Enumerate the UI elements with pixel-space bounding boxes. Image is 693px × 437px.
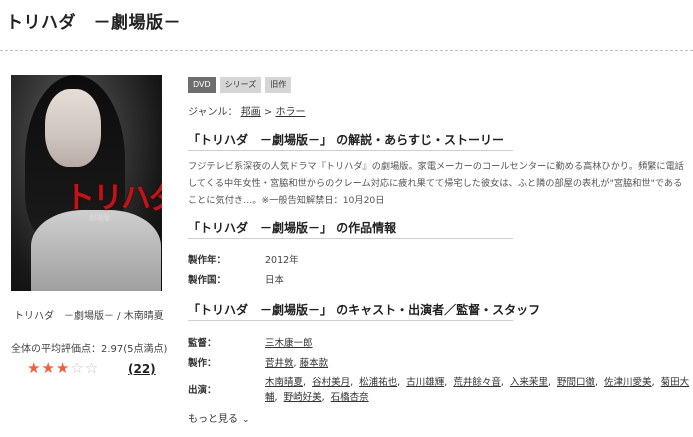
- star-empty-icon: ☆: [84, 359, 100, 377]
- genre-link-hogaku[interactable]: 邦画: [241, 107, 261, 118]
- genre-link-horror[interactable]: ホラー: [275, 107, 305, 118]
- cast-link[interactable]: 入来茉里: [510, 377, 548, 388]
- producer-link[interactable]: 菅井敦: [265, 358, 294, 369]
- info-heading: 「トリハダ －劇場版－」 の作品情報: [188, 221, 397, 235]
- year-value: 2012年: [265, 255, 299, 266]
- producer-list: 菅井敦, 藤本款: [265, 358, 329, 369]
- review-count-link[interactable]: (22): [128, 362, 156, 376]
- badge-row: DVD シリーズ 旧作: [188, 77, 292, 93]
- year-label: 製作年：: [188, 255, 227, 266]
- poster-face: [45, 89, 101, 167]
- cast-list: 木南晴夏, 谷村美月, 松浦祐也, 古川雄輝, 荒井餘々音, 入来茉里, 野間口…: [265, 377, 690, 403]
- cast-link[interactable]: 古川雄輝: [406, 377, 444, 388]
- show-more-link[interactable]: もっと見る ⌄: [188, 410, 250, 425]
- show-more-label: もっと見る: [188, 414, 238, 425]
- page-title: トリハダ －劇場版－: [6, 13, 181, 33]
- cast-link[interactable]: 野崎好美: [284, 392, 322, 403]
- synopsis-heading: 「トリハダ －劇場版－」 の解説・あらすじ・ストーリー: [188, 133, 504, 147]
- synopsis-text: フジテレビ系深夜の人気ドラマ『トリハダ』の劇場版。家電メーカーのコールセンターに…: [188, 161, 684, 206]
- cast-link[interactable]: 佐津川愛美: [604, 377, 652, 388]
- badge-dvd: DVD: [188, 77, 216, 93]
- director-link[interactable]: 三木康一郎: [265, 338, 313, 349]
- badge-old-release: 旧作: [265, 77, 292, 93]
- cast-link[interactable]: 木南晴夏: [265, 377, 303, 388]
- chevron-down-icon: ⌄: [242, 415, 250, 425]
- genre-breadcrumb: ジャンル： 邦画 > ホラー: [188, 103, 305, 118]
- poster-title-text: トリハダ: [65, 181, 162, 216]
- star-empty-icon: ☆: [70, 359, 85, 377]
- producer-link[interactable]: 藤本款: [300, 358, 329, 369]
- poster-caption: トリハダ －劇場版－ / 木南晴夏: [14, 311, 164, 322]
- genre-separator: >: [263, 107, 273, 118]
- director-list: 三木康一郎: [265, 335, 313, 349]
- cast-link[interactable]: 谷村美月: [312, 377, 350, 388]
- cast-link[interactable]: 荒井餘々音: [453, 377, 501, 388]
- poster-image[interactable]: トリハダ 劇場版: [11, 75, 162, 291]
- poster-subtitle-text: 劇場版: [89, 214, 110, 222]
- badge-series: シリーズ: [219, 77, 262, 93]
- country-value: 日本: [265, 275, 285, 286]
- cast-link[interactable]: 松浦祐也: [359, 377, 397, 388]
- average-rating-text: 全体の平均評価点：2.97(5点満点): [11, 344, 168, 355]
- star-filled-icon: ★: [27, 359, 42, 377]
- star-filled-icon: ★: [55, 359, 71, 377]
- rating-stars: ★★★☆☆: [27, 359, 99, 377]
- producer-label: 製作：: [188, 358, 217, 369]
- country-label: 製作国：: [188, 275, 227, 286]
- title-divider: [0, 50, 693, 51]
- star-filled-icon: ★: [41, 359, 56, 377]
- cast-divider: [188, 320, 513, 321]
- director-label: 監督：: [188, 338, 217, 349]
- cast-link[interactable]: 石橋杏奈: [331, 392, 369, 403]
- cast-heading: 「トリハダ －劇場版－」 のキャスト・出演者／監督・スタッフ: [188, 303, 541, 317]
- synopsis-divider: [188, 150, 513, 151]
- cast-link[interactable]: 野間口徹: [557, 377, 595, 388]
- info-divider: [188, 238, 513, 239]
- genre-label: ジャンル：: [188, 107, 238, 118]
- cast-label: 出演：: [188, 385, 217, 396]
